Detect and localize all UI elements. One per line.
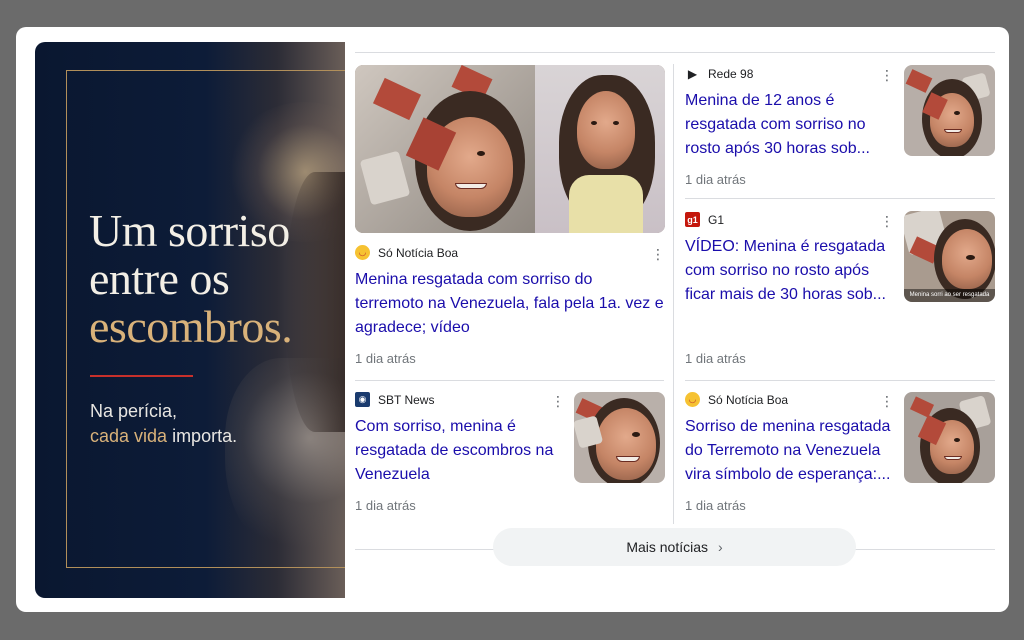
- article-title[interactable]: Sorriso de menina resgatada do Terremoto…: [685, 415, 895, 487]
- headline-line-3: escombros.: [89, 301, 293, 352]
- article-thumbnail[interactable]: [904, 392, 995, 483]
- article-thumbnail[interactable]: [574, 392, 665, 483]
- smiley-logo-icon: ◡: [685, 392, 700, 407]
- article-title[interactable]: Com sorriso, menina é resgatada de escom…: [355, 415, 565, 487]
- column-divider: [673, 64, 674, 524]
- top-divider: [355, 52, 995, 53]
- article-source-g1: g1 G1: [685, 212, 724, 227]
- source-name: SBT News: [378, 392, 435, 407]
- banner-tagline: Na perícia, cada vida importa.: [90, 399, 237, 449]
- row-divider-right-2: [685, 380, 995, 381]
- article-time: 1 dia atrás: [685, 172, 746, 187]
- tagline-rest: importa.: [167, 426, 238, 446]
- article-source-sonoticia: ◡ Só Notícia Boa: [685, 392, 788, 407]
- sbt-logo-icon: ◉: [355, 392, 370, 407]
- smiley-logo-icon: ◡: [355, 245, 370, 260]
- row-divider-left: [355, 380, 664, 381]
- article-time: 1 dia atrás: [355, 498, 416, 513]
- tagline-highlight: cada vida: [90, 426, 168, 446]
- banner-divider: [90, 375, 193, 377]
- more-options-icon[interactable]: ⋮: [880, 394, 894, 408]
- article-thumbnail[interactable]: [355, 65, 665, 233]
- promo-banner: Um sorriso entre os escombros. Na períci…: [35, 42, 345, 598]
- article-source-rede98: ▶ Rede 98: [685, 66, 754, 81]
- more-options-icon[interactable]: ⋮: [651, 247, 665, 261]
- article-title[interactable]: Menina resgatada com sorriso do terremot…: [355, 268, 665, 340]
- thumbnail-caption: Menina sorri ao ser resgatada: [904, 289, 995, 302]
- more-options-icon[interactable]: ⋮: [880, 68, 894, 82]
- article-time: 1 dia atrás: [355, 351, 416, 366]
- more-news-button[interactable]: Mais notícias ›: [493, 528, 856, 566]
- article-time: 1 dia atrás: [685, 351, 746, 366]
- article-title[interactable]: Menina de 12 anos é resgatada com sorris…: [685, 89, 890, 161]
- article-thumbnail[interactable]: [904, 65, 995, 156]
- source-name: Só Notícia Boa: [708, 392, 789, 407]
- news-card: Um sorriso entre os escombros. Na períci…: [16, 27, 1009, 612]
- tagline-line-1: Na perícia,: [90, 401, 178, 421]
- source-name: Rede 98: [708, 66, 754, 81]
- news-article-featured[interactable]: ◡ Só Notícia Boa ⋮ Menina resgatada com …: [16, 27, 665, 366]
- more-options-icon[interactable]: ⋮: [880, 214, 894, 228]
- article-source-sbt: ◉ SBT News: [355, 392, 434, 407]
- article-title[interactable]: VÍDEO: Menina é resgatada com sorriso no…: [685, 235, 895, 307]
- source-name: Só Notícia Boa: [378, 245, 459, 260]
- banner-headline: Um sorriso entre os escombros.: [89, 205, 293, 352]
- headline-line-1: Um sorriso: [89, 205, 290, 256]
- article-time: 1 dia atrás: [685, 498, 746, 513]
- source-name: G1: [708, 212, 725, 227]
- chevron-right-icon: ›: [718, 539, 723, 555]
- article-source: ◡ Só Notícia Boa: [355, 245, 458, 260]
- row-divider-right-1: [685, 198, 995, 199]
- headline-line-2: entre os: [89, 253, 230, 304]
- play-logo-icon: ▶: [687, 66, 698, 81]
- more-news-label: Mais notícias: [626, 539, 709, 555]
- g1-logo-icon: g1: [685, 212, 700, 227]
- article-thumbnail[interactable]: Menina sorri ao ser resgatada: [904, 211, 995, 302]
- more-options-icon[interactable]: ⋮: [551, 394, 565, 408]
